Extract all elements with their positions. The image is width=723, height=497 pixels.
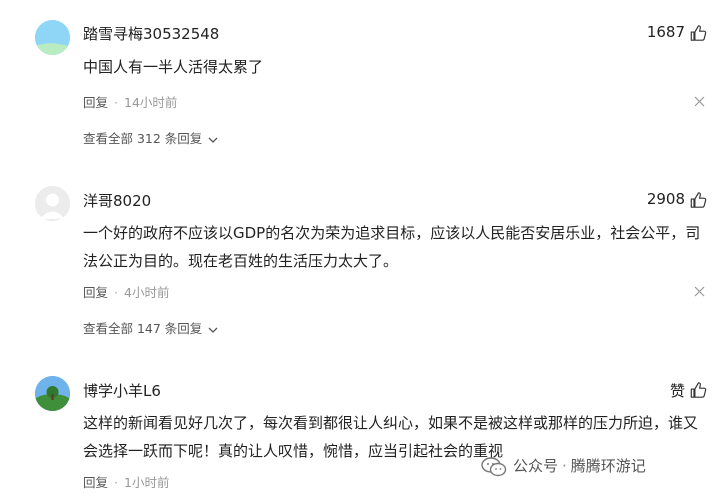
timestamp: 1小时前 [124,475,170,490]
thumbs-up-icon[interactable] [689,381,708,399]
close-icon[interactable] [694,286,705,297]
comment-meta: 回复 · 14小时前 [83,95,178,110]
chevron-down-icon [208,137,218,143]
view-replies-label: 查看全部 312 条回复 [83,131,203,146]
username[interactable]: 踏雪寻梅30532548 [83,23,219,44]
view-replies-button[interactable]: 查看全部 312 条回复 [83,128,218,147]
avatar[interactable] [35,186,70,221]
comment-meta: 回复 · 4小时前 [83,285,170,300]
watermark: 公众号 · 腾腾环游记 [481,455,646,477]
username[interactable]: 博学小羊L6 [83,380,161,401]
reply-button[interactable]: 回复 [83,285,108,300]
watermark-separator: · [562,457,567,475]
avatar[interactable] [35,376,70,411]
like-count: 1687 [646,23,685,41]
comment-meta: 回复 · 1小时前 [83,475,170,490]
username[interactable]: 洋哥8020 [83,190,151,211]
default-avatar-icon [35,186,70,221]
like-count: 2908 [646,190,685,208]
chevron-down-icon [208,327,218,333]
wechat-icon [481,456,507,476]
reply-button[interactable]: 回复 [83,95,108,110]
avatar-image-icon [35,20,70,55]
watermark-prefix: 公众号 [513,457,559,475]
comment-text: 一个好的政府不应该以GDP的名次为荣为追求目标，应该以人民能否安居乐业，社会公平… [83,224,701,270]
watermark-account-name: 腾腾环游记 [570,457,646,475]
thumbs-up-icon[interactable] [689,191,708,209]
view-replies-button[interactable]: 查看全部 147 条回复 [83,318,218,337]
timestamp: 4小时前 [124,285,170,300]
comment-text: 中国人有一半人活得太累了 [83,58,264,76]
like-count: 赞 [669,382,685,400]
reply-button[interactable]: 回复 [83,475,108,490]
timestamp: 14小时前 [124,95,178,110]
thumbs-up-icon[interactable] [689,24,708,42]
avatar-image-icon [35,376,70,411]
close-icon[interactable] [694,96,705,107]
view-replies-label: 查看全部 147 条回复 [83,321,203,336]
avatar[interactable] [35,20,70,55]
